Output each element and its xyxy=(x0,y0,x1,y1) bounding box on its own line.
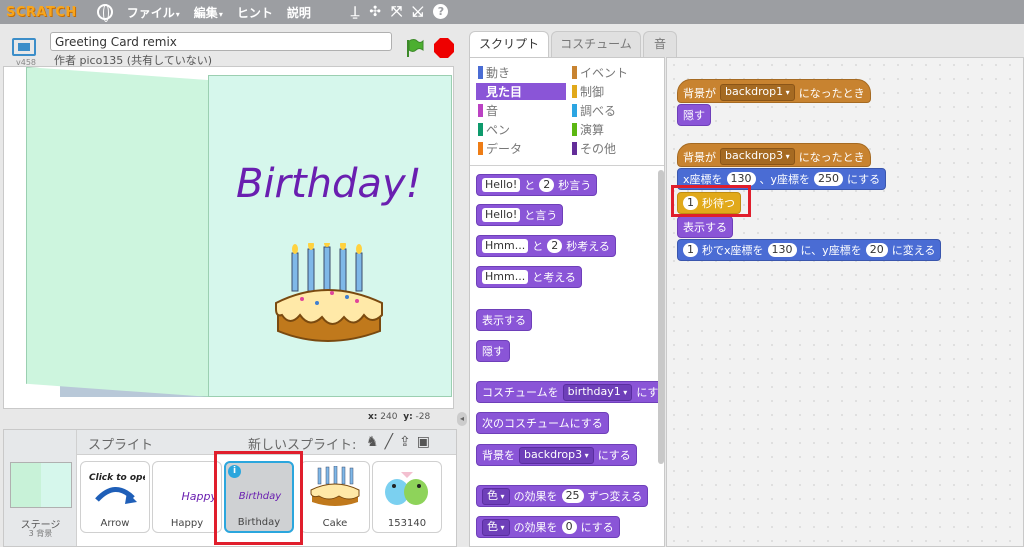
block-change-effect[interactable]: 色 の効果を 25 ずつ変える xyxy=(476,485,649,507)
block-hide-script[interactable]: 隠す xyxy=(677,104,711,126)
category-control[interactable]: 制御 xyxy=(570,83,660,100)
category-motion[interactable]: 動き xyxy=(476,64,566,81)
block-think-for-secs[interactable]: Hmm... と 2 秒考える xyxy=(476,235,616,257)
help-icon[interactable]: ? xyxy=(433,4,449,19)
block-show-script[interactable]: 表示する xyxy=(677,216,733,238)
sprite-name: Cake xyxy=(322,518,348,529)
tab-costumes[interactable]: コスチューム xyxy=(551,31,641,57)
cake-image xyxy=(275,243,383,342)
stop-icon[interactable] xyxy=(434,38,454,58)
block-set-effect[interactable]: 色 の効果を 0 にする xyxy=(476,516,620,538)
category-pen[interactable]: ペン xyxy=(476,121,566,138)
grow-icon[interactable]: ⤧ xyxy=(391,4,402,20)
mouse-coords: x: 240 y: -28 xyxy=(368,412,431,422)
menu-tips[interactable]: ヒント xyxy=(237,4,273,21)
block-switch-costume[interactable]: コスチュームを birthday1 にす xyxy=(476,381,664,403)
category-looks[interactable]: 見た目 xyxy=(476,83,566,100)
sprites-title: スプライト xyxy=(88,438,154,453)
sprite-thumb: Happy xyxy=(181,489,218,503)
scratch-logo[interactable]: SCRATCH xyxy=(6,5,77,20)
menu-edit[interactable]: 編集▾ xyxy=(194,4,223,21)
sprite-tile-birds[interactable]: 153140 xyxy=(372,461,442,533)
category-operators[interactable]: 演算 xyxy=(570,121,660,138)
hat-backdrop-switch-1[interactable]: 背景が backdrop1 になったとき xyxy=(677,79,871,103)
sprite-thumb xyxy=(305,466,365,510)
block-say[interactable]: Hello! と言う xyxy=(476,204,564,226)
sprite-tile-cake[interactable]: Cake xyxy=(300,461,370,533)
project-title-input[interactable] xyxy=(50,32,392,51)
highlight-wait-block xyxy=(671,185,751,217)
block-say-for-secs[interactable]: Hello! と 2 秒言う xyxy=(476,174,598,196)
category-events[interactable]: イベント xyxy=(570,64,660,81)
birthday-text: Birthday! xyxy=(236,161,422,207)
stage-thumbnail[interactable] xyxy=(10,462,72,508)
tab-sounds[interactable]: 音 xyxy=(643,31,677,57)
birds-image xyxy=(385,472,428,505)
camera-icon[interactable]: ▣ xyxy=(417,434,430,450)
svg-text:Click to open!: Click to open! xyxy=(89,473,145,483)
sprite-library-icon[interactable]: ♞ xyxy=(366,434,379,450)
palette-scrollbar[interactable] xyxy=(658,170,664,464)
block-think[interactable]: Hmm... と考える xyxy=(476,266,582,288)
paint-brush-icon[interactable]: ╱ xyxy=(385,434,393,450)
sprite-thumb: Click to open! xyxy=(85,466,145,510)
backdrop-count: 3 背景 xyxy=(28,529,53,538)
green-flag-icon[interactable] xyxy=(404,38,424,58)
sprite-thumb xyxy=(377,466,437,510)
hat-backdrop-switch-3[interactable]: 背景が backdrop3 になったとき xyxy=(677,143,871,167)
category-list: 動き イベント 見た目 制御 音 調べる ペン 演算 データ その他 xyxy=(470,58,664,166)
tab-scripts[interactable]: スクリプト xyxy=(469,31,549,58)
shrink-icon[interactable]: ⤩ xyxy=(412,4,423,20)
sprite-tile-happy[interactable]: Happy Happy xyxy=(152,461,222,533)
scripts-area[interactable]: 背景が backdrop1 になったとき 隠す 背景が backdrop3 にな… xyxy=(666,57,1024,547)
arrow-image: Click to open! xyxy=(89,473,145,504)
category-sensing[interactable]: 調べる xyxy=(570,102,660,119)
block-next-costume[interactable]: 次のコスチュームにする xyxy=(476,412,609,434)
block-palette: 動き イベント 見た目 制御 音 調べる ペン 演算 データ その他 Hello… xyxy=(469,57,665,547)
menu-file[interactable]: ファイル▾ xyxy=(127,4,180,21)
sprite-name: 153140 xyxy=(387,518,427,529)
menu-bar: SCRATCH ファイル▾ 編集▾ ヒント 説明 ⍊ ✣ ⤧ ⤩ ? xyxy=(0,0,1024,24)
globe-icon[interactable] xyxy=(96,4,113,22)
category-data[interactable]: データ xyxy=(476,140,566,157)
category-sound[interactable]: 音 xyxy=(476,102,566,119)
block-switch-backdrop[interactable]: 背景を backdrop3 にする xyxy=(476,444,637,466)
delete-icon[interactable]: ✣ xyxy=(369,4,381,20)
copy-icon[interactable]: ⍊ xyxy=(351,4,359,20)
fullscreen-icon[interactable] xyxy=(12,38,36,56)
sprite-tile-arrow[interactable]: Click to open! Arrow xyxy=(80,461,150,533)
cake-thumb-image xyxy=(310,466,360,506)
collapse-handle[interactable]: ◂ xyxy=(457,412,467,426)
block-show[interactable]: 表示する xyxy=(476,309,532,331)
new-sprite-tools: ♞ ╱ ⇪ ▣ xyxy=(366,434,430,450)
sprite-name: Happy xyxy=(170,518,204,529)
block-glide[interactable]: 1 秒でx座標を 130 に、y座標を 20 に変える xyxy=(677,239,942,261)
stage[interactable]: Birthday! xyxy=(3,66,454,409)
toolbar: ⍊ ✣ ⤧ ⤩ ? xyxy=(351,4,449,20)
block-hide[interactable]: 隠す xyxy=(476,340,510,362)
stage-header: v458 作者 pico135 (共有していない) xyxy=(0,30,460,67)
highlight-selected-sprite xyxy=(214,451,303,545)
upload-icon[interactable]: ⇪ xyxy=(399,434,411,450)
card-left-panel xyxy=(26,67,211,397)
category-more[interactable]: その他 xyxy=(570,140,660,157)
menu-about[interactable]: 説明 xyxy=(287,4,311,21)
sprite-name: Arrow xyxy=(100,518,130,529)
